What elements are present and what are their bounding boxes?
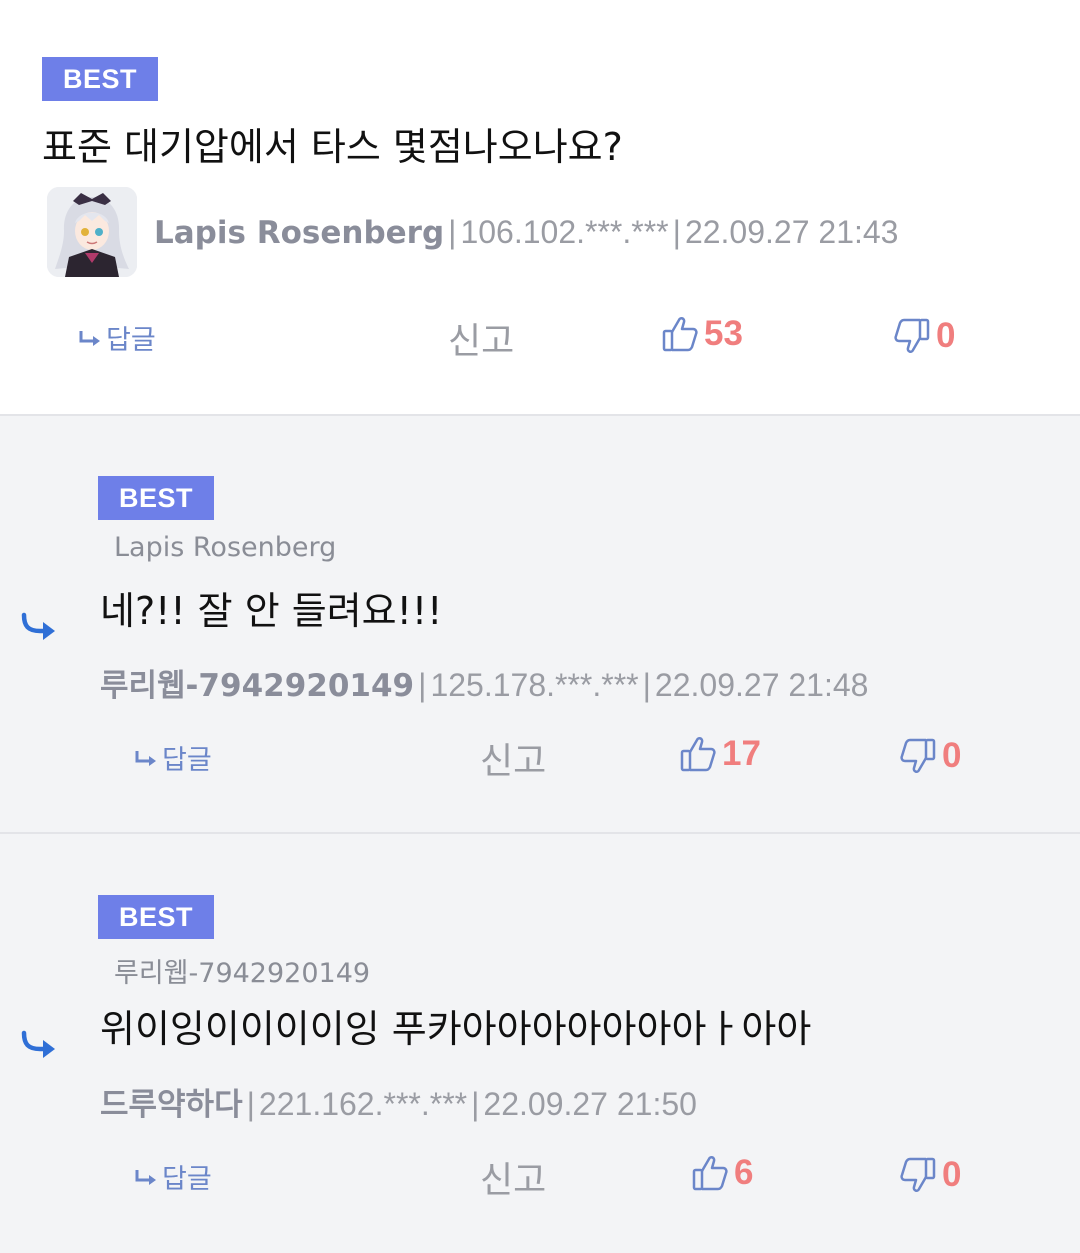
comment-best-2: BEST Lapis Rosenberg 네?!! 잘 안 들려요!!! 루리웹…	[0, 416, 1080, 834]
thumbs-down-icon	[900, 1157, 936, 1192]
timestamp: 22.09.27 21:48	[654, 667, 869, 703]
dislike-count: 0	[936, 316, 956, 355]
comment-meta: 드루약하다 | 221.162.***.*** | 22.09.27 21:50	[100, 1079, 697, 1124]
dislike-count: 0	[942, 736, 962, 775]
reply-arrow-icon	[79, 330, 100, 346]
avatar-image	[47, 187, 137, 277]
like-count: 53	[704, 314, 743, 353]
like-count: 17	[722, 734, 761, 773]
thumbs-up-icon	[680, 737, 716, 772]
dislike-button[interactable]: 0	[900, 1155, 961, 1195]
separator: |	[642, 667, 651, 703]
best-badge: BEST	[98, 476, 215, 520]
dislike-button[interactable]: 0	[900, 736, 961, 776]
dislike-count: 0	[942, 1155, 962, 1194]
reply-arrow-icon	[135, 750, 156, 766]
report-button[interactable]: 신고	[448, 312, 514, 364]
dislike-button[interactable]: 0	[894, 316, 955, 356]
thumbs-down-icon	[894, 318, 930, 353]
report-button[interactable]: 신고	[480, 732, 546, 784]
reply-button[interactable]: 답글	[134, 738, 212, 777]
comment-best-3: BEST 루리웹-7942920149 위이잉이이이이잉 푸카아아아아아아아ㅏ아…	[0, 834, 1080, 1253]
comment-meta: 루리웹-7942920149 | 125.178.***.*** | 22.09.27 …	[100, 660, 868, 705]
ip-address: 125.178.***.***	[430, 667, 639, 703]
reply-label: 답글	[106, 325, 156, 356]
nested-reply-arrow-icon	[21, 612, 55, 640]
timestamp: 22.09.27 21:50	[483, 1086, 697, 1122]
thumbs-up-icon	[692, 1156, 728, 1191]
like-count: 6	[734, 1153, 754, 1192]
reply-label: 답글	[162, 1164, 212, 1195]
like-button[interactable]: 53	[662, 314, 743, 354]
thumbs-up-icon	[662, 317, 698, 352]
comment-text: 표준 대기압에서 타스 몇점나오나요?	[42, 125, 623, 169]
comment-text: 위이잉이이이이잉 푸카아아아아아아아ㅏ아아	[100, 1007, 812, 1051]
separator: |	[246, 1086, 255, 1122]
comment-actions: 답글 신고 53 0	[0, 306, 1080, 366]
like-button[interactable]: 6	[692, 1153, 753, 1193]
report-button[interactable]: 신고	[480, 1151, 546, 1203]
thumbs-down-icon	[900, 738, 936, 773]
comment-actions: 답글 신고 6 0	[0, 1143, 1080, 1203]
separator: |	[418, 667, 427, 703]
author-name[interactable]: 드루약하다	[100, 1087, 243, 1123]
avatar[interactable]	[47, 187, 137, 277]
ip-address: 221.162.***.***	[258, 1086, 468, 1122]
ip-address: 106.102.***.***	[460, 214, 669, 250]
best-badge: BEST	[98, 895, 215, 939]
reply-button[interactable]: 답글	[134, 1157, 212, 1196]
separator: |	[672, 214, 681, 250]
comment-meta: Lapis Rosenberg | 106.102.***.*** | 22.09.27…	[154, 214, 898, 251]
author-name[interactable]: Lapis Rosenberg	[154, 215, 444, 251]
reply-button[interactable]: 답글	[78, 318, 156, 357]
reply-label: 답글	[162, 745, 212, 776]
best-badge: BEST	[42, 57, 159, 101]
reply-to-author: 루리웹-7942920149	[114, 958, 371, 989]
like-button[interactable]: 17	[680, 734, 761, 774]
comment-actions: 답글 신고 17 0	[0, 724, 1080, 784]
separator: |	[471, 1086, 480, 1122]
comment-text: 네?!! 잘 안 들려요!!!	[100, 589, 443, 633]
nested-reply-arrow-icon	[21, 1030, 55, 1058]
reply-arrow-icon	[135, 1169, 156, 1185]
author-name[interactable]: 루리웹-7942920149	[100, 668, 414, 704]
comment-best-1: BEST 표준 대기압에서 타스 몇점나오나요? Lapis Rosenberg…	[0, 0, 1080, 416]
separator: |	[448, 214, 457, 250]
reply-to-author: Lapis Rosenberg	[114, 532, 337, 563]
timestamp: 22.09.27 21:43	[684, 214, 899, 250]
